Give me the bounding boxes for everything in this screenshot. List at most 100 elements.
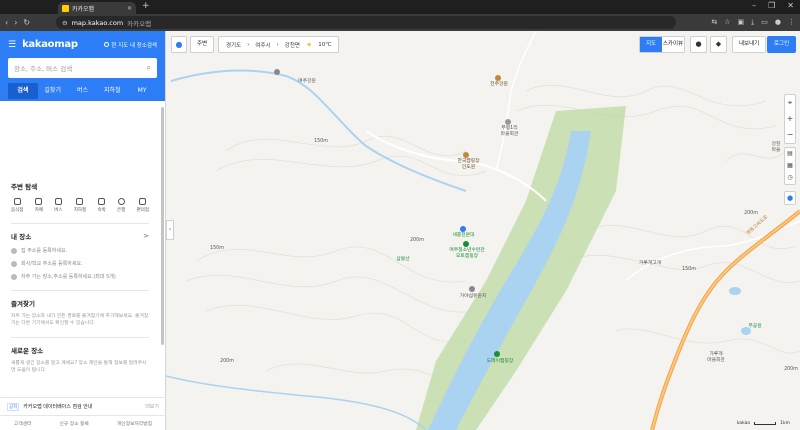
translate-icon[interactable]: ⇆ — [711, 18, 717, 27]
clock-icon[interactable]: ◷ — [785, 172, 795, 184]
search-icon[interactable]: ⌕ — [147, 63, 151, 73]
map-label[interactable]: 삼봉산 — [392, 257, 414, 263]
notice-bar[interactable]: 공지 카카오맵 데이터베이스 점검 안내 더보기 — [0, 397, 166, 415]
category-bus[interactable]: 버스 — [54, 198, 63, 213]
map-type-skyview[interactable]: 스카이뷰 — [662, 37, 684, 52]
zoom-out-button[interactable]: − — [785, 127, 795, 143]
work-place-row[interactable]: 회사/학교 주소를 등록하세요. — [11, 260, 149, 267]
tab-search[interactable]: 검색 — [8, 83, 38, 99]
extension-icon[interactable]: ▣ — [738, 18, 745, 27]
home-place-row[interactable]: 집 주소를 등록하세요. — [11, 247, 149, 254]
sidebar-collapse-button[interactable]: ‹ — [166, 220, 174, 240]
category-subway[interactable]: 지하철 — [74, 198, 86, 213]
my-location-icon[interactable]: ⌖ — [785, 95, 795, 111]
zoom-controls: ⌖ + − — [784, 94, 796, 144]
my-places-more-icon[interactable]: > — [143, 232, 149, 240]
kakaomap-logo: kakaomap — [22, 39, 78, 50]
kakao-logo: kakao — [736, 421, 751, 426]
map-type-map[interactable]: 지도 — [640, 37, 662, 52]
poi-marker-icon[interactable] — [460, 226, 466, 232]
minimize-button[interactable]: – — [752, 1, 756, 10]
share-button[interactable]: 내보내기 — [732, 36, 767, 53]
layers-button[interactable]: ◆ — [710, 36, 727, 53]
map-label[interactable]: 여주강원 — [292, 79, 322, 85]
tab-subway[interactable]: 지하철 — [97, 83, 127, 99]
site-info-icon[interactable]: ⊖ — [62, 19, 67, 27]
category-convenience[interactable]: 편의점 — [137, 198, 149, 213]
login-button[interactable]: 로그인 — [767, 36, 797, 53]
roadview-pin-button[interactable]: ● — [784, 191, 796, 205]
breadcrumb-city[interactable]: 여주시 — [255, 41, 270, 49]
around-button[interactable]: 주변 — [190, 36, 214, 53]
sidebar-scrollbar[interactable] — [161, 107, 164, 345]
category-bank[interactable]: 은행 — [117, 198, 125, 213]
footer-register-link[interactable]: 신규 장소 등록 — [59, 420, 89, 427]
map-label[interactable]: 가야섬유원지 — [454, 294, 492, 300]
sidebar-content: 주변 탐색 음식점 카페 버스 지하철 숙박 은행 편의점 내 장소 > 집 주… — [0, 101, 160, 397]
back-icon[interactable]: ‹ — [5, 18, 8, 27]
roadview-button[interactable]: ● — [690, 36, 707, 53]
map-canvas[interactable]: 여주강원 전주강원 부평1리 마을회관 한국캠핑장 인도원 세종천문대 여주청소년수… — [166, 31, 800, 430]
profile-icon[interactable]: ● — [775, 18, 781, 27]
zoom-in-button[interactable]: + — [785, 111, 795, 127]
divider — [11, 290, 149, 291]
category-cafe[interactable]: 카페 — [35, 198, 43, 213]
tab-bus[interactable]: 버스 — [68, 83, 98, 99]
reload-icon[interactable]: ↻ — [23, 18, 30, 27]
forward-icon[interactable]: › — [14, 18, 17, 27]
maximize-button[interactable]: ❐ — [768, 1, 775, 10]
map-label[interactable]: 도메이캠핑장 — [481, 359, 519, 365]
frequent-place-row[interactable]: 자주 가는 장소,주소를 등록하세요.(최대 5개) — [11, 273, 149, 280]
category-list: 음식점 카페 버스 지하철 숙박 은행 편의점 — [11, 198, 149, 213]
my-places-title: 내 장소 — [11, 233, 32, 241]
my-places-section: 내 장소 > 집 주소를 등록하세요. 회사/학교 주소를 등록하세요. 자주 … — [0, 231, 160, 291]
close-window-button[interactable]: ✕ — [787, 1, 794, 10]
location-pin-button[interactable]: ● — [171, 36, 187, 53]
poi-marker-icon[interactable] — [469, 286, 475, 292]
grid-icon[interactable]: ▦ — [785, 160, 795, 172]
map-label[interactable]: 강천 마을 — [766, 142, 786, 154]
map-label[interactable]: 부평1리 마을회관 — [492, 126, 527, 138]
url-field[interactable]: ⊖ map.kakao.com 카카오맵 — [56, 16, 677, 29]
coffee-cup-icon — [35, 198, 43, 205]
new-tab-button[interactable]: + — [142, 1, 150, 11]
media-icon[interactable]: ▭ — [761, 18, 768, 27]
map-label[interactable]: 세종천문대 — [446, 233, 481, 239]
layers-icon: ◆ — [715, 40, 722, 48]
browser-tab[interactable]: 카카오맵 ✕ — [58, 2, 136, 14]
tab-directions[interactable]: 길찾기 — [38, 83, 68, 99]
poi-marker-icon[interactable] — [505, 119, 511, 125]
category-lodging[interactable]: 숙박 — [97, 198, 106, 213]
poi-marker-icon[interactable] — [274, 69, 280, 75]
footer-privacy-link[interactable]: 개인정보처리방침 — [117, 420, 152, 427]
poi-marker-icon[interactable] — [494, 351, 500, 357]
ruler-icon[interactable]: ▤ — [785, 148, 795, 160]
poi-marker-icon[interactable] — [463, 241, 469, 247]
breadcrumb-province[interactable]: 경기도 — [226, 41, 241, 49]
tab-my[interactable]: MY — [127, 83, 157, 99]
notice-more-link[interactable]: 더보기 — [145, 403, 159, 410]
work-place-label: 회사/학교 주소를 등록하세요. — [21, 261, 83, 267]
tab-close-icon[interactable]: ✕ — [127, 5, 132, 12]
download-icon[interactable]: ⤓ — [751, 18, 754, 27]
area-search-toggle[interactable]: 현 지도 내 장소검색 — [104, 41, 157, 49]
new-place-section: 새로운 장소 새롭게 생긴 장소를 알고 계세요? 장소 제안을 통해 정보를 … — [0, 345, 160, 374]
map-label[interactable]: 가루개 마을회관 — [701, 352, 731, 364]
map-label[interactable]: 여주청소년수련관 오토캠핑장 — [442, 248, 492, 260]
scale-bar: kakao 1km — [737, 421, 790, 426]
location-breadcrumb: 경기도 › 여주시 › 강천면 ☀ 10℃ — [218, 36, 340, 53]
map-label[interactable]: 가루개고개 — [632, 261, 668, 267]
search-input[interactable]: 장소, 주소, 버스 검색 ⌕ — [8, 58, 157, 78]
hamburger-menu-icon[interactable]: ☰ — [8, 40, 16, 50]
map-label[interactable]: 한국캠핑장 인도원 — [451, 159, 486, 171]
category-restaurant[interactable]: 음식점 — [11, 198, 23, 213]
poi-marker-icon[interactable] — [495, 75, 501, 81]
footer-support-link[interactable]: 고객센터 — [14, 420, 32, 427]
poi-marker-icon[interactable] — [463, 152, 469, 158]
bookmark-star-icon[interactable]: ☆ — [724, 18, 730, 27]
breadcrumb-town[interactable]: 강천면 — [285, 41, 300, 49]
map-label[interactable]: 무공원 — [744, 324, 766, 330]
map-label[interactable]: 전주강원 — [484, 82, 514, 88]
sun-weather-icon: ☀ — [305, 40, 313, 49]
menu-dots-icon[interactable]: ⋮ — [788, 18, 795, 27]
